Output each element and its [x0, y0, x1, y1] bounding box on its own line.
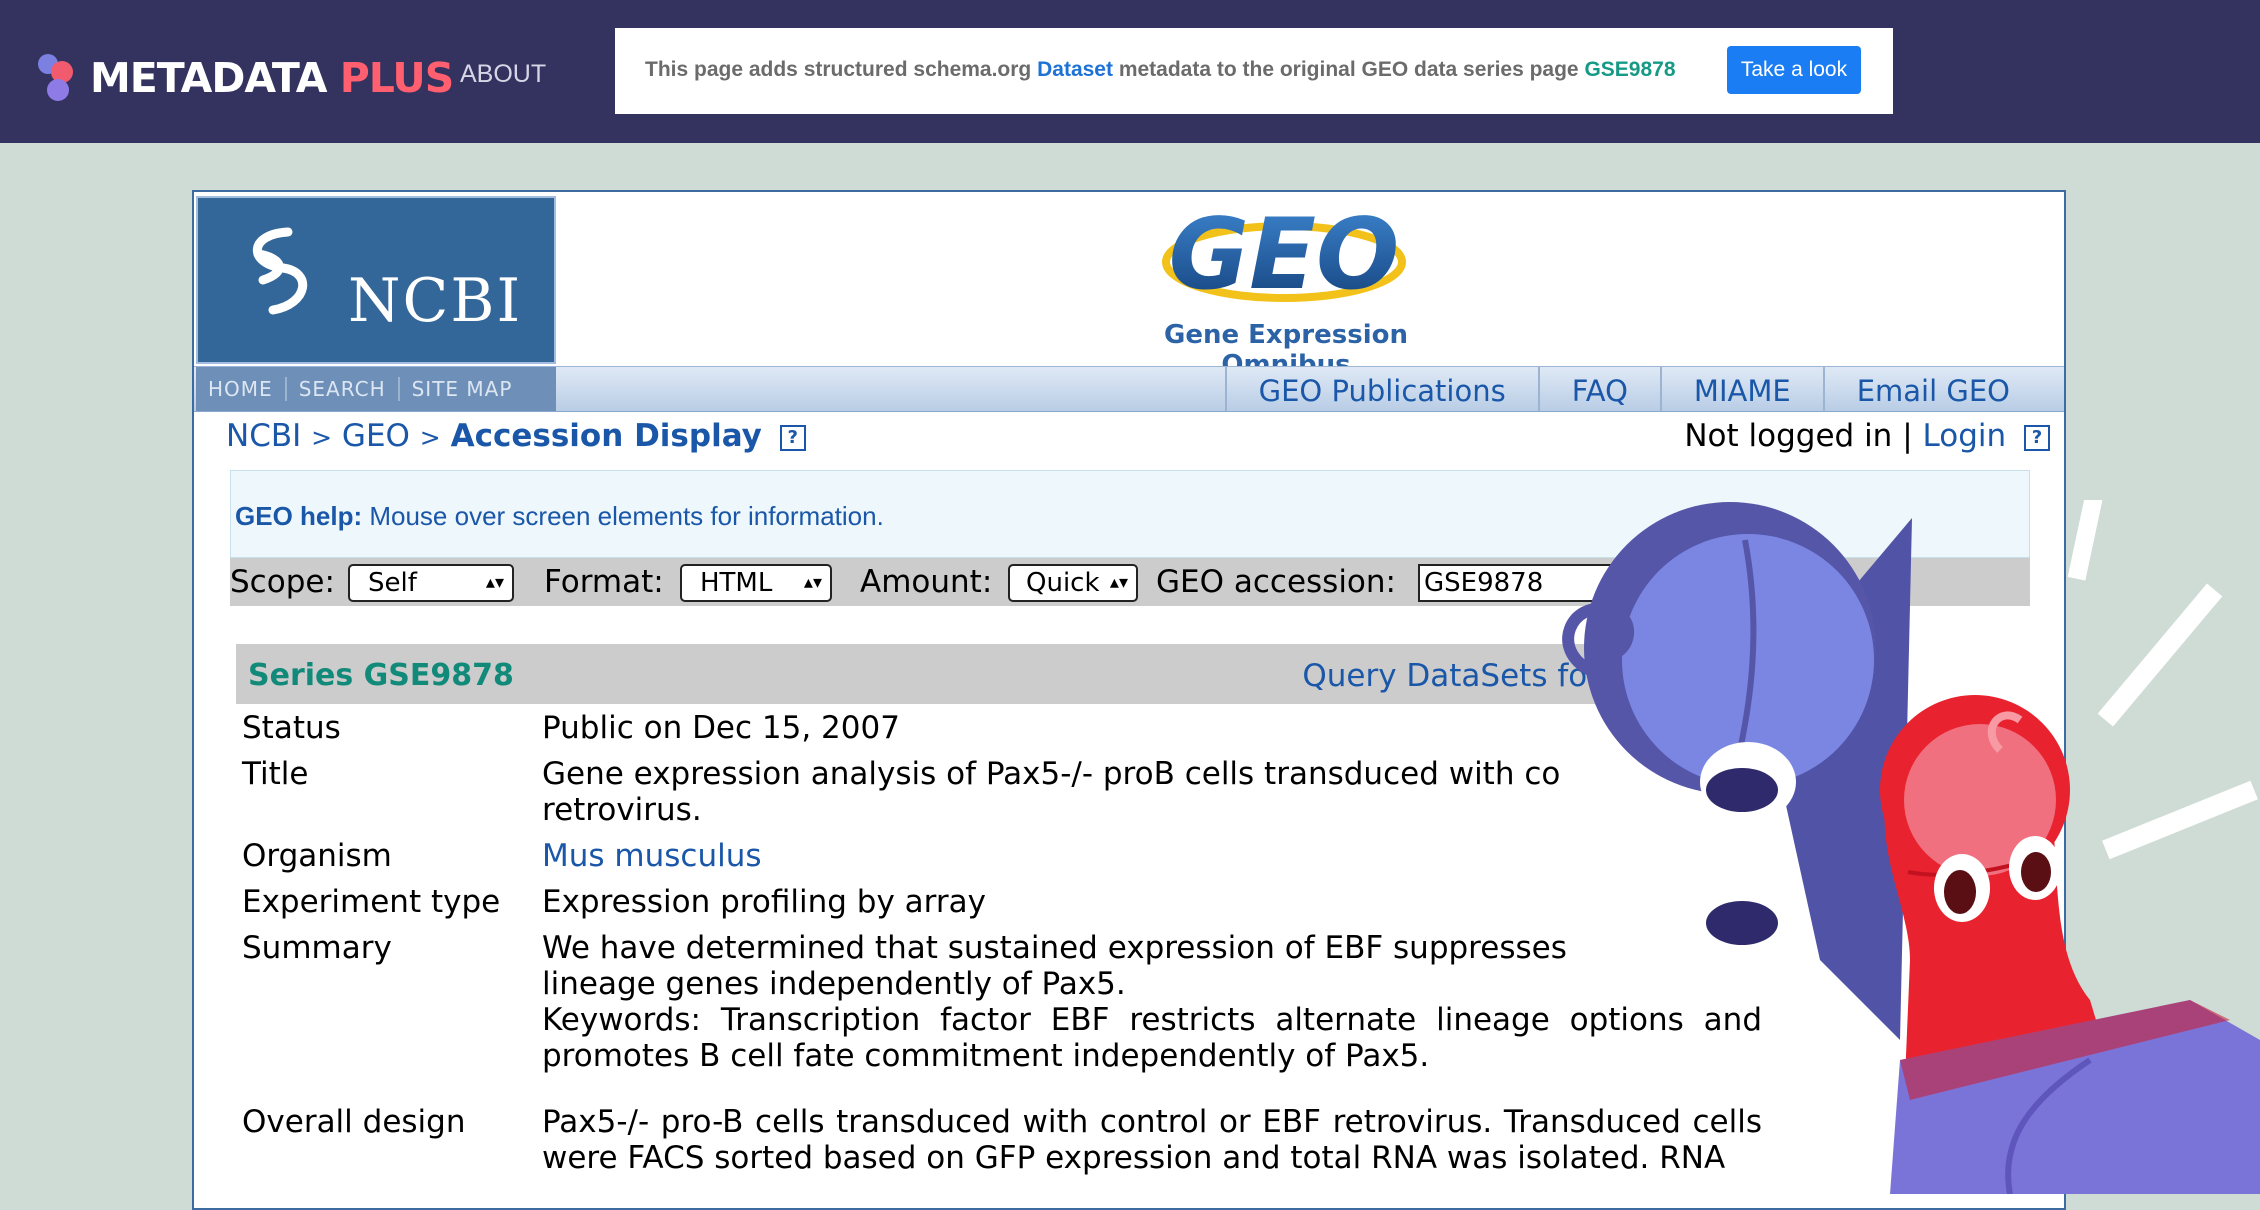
mascots-illustration [1562, 500, 2260, 1194]
notice-prefix: This page adds structured schema.org [645, 58, 1038, 81]
notice-dataset-link[interactable]: Dataset [1037, 58, 1113, 81]
breadcrumb: NCBI > GEO > Accession Display ? [226, 418, 806, 454]
scope-select[interactable]: Self ▴▾ [348, 564, 514, 602]
take-a-look-button[interactable]: Take a look [1727, 46, 1861, 94]
breadcrumb-current: Accession Display [450, 418, 762, 454]
select-arrows-icon: ▴▾ [1109, 572, 1128, 593]
ncbi-label: NCBI [348, 266, 523, 336]
nav-home[interactable]: HOME [196, 377, 287, 401]
mascot-red-icon [1880, 695, 2260, 1194]
nav-miame[interactable]: MIAME [1659, 367, 1823, 411]
status-key: Status [242, 710, 341, 746]
geo-accession-label: GEO accession: [1156, 564, 1396, 600]
select-arrows-icon: ▴▾ [485, 572, 504, 593]
about-link[interactable]: ABOUT [460, 60, 546, 89]
scope-label: Scope: [230, 564, 335, 600]
select-arrows-icon: ▴▾ [803, 572, 822, 593]
login-divider: | [1902, 418, 1913, 454]
mascot-blue-icon [1562, 502, 1912, 1040]
geo-help-text: GEO help: Mouse over screen elements for… [235, 501, 884, 532]
accent-strokes [2067, 500, 2258, 860]
geo-logo-icon[interactable]: GEO [1134, 208, 1434, 308]
format-select-value: HTML [700, 568, 773, 598]
experiment-type-key: Experiment type [242, 884, 501, 920]
ncbi-helix-icon [252, 227, 308, 315]
amount-select[interactable]: Quick ▴▾ [1008, 564, 1138, 602]
amount-select-value: Quick [1026, 568, 1100, 598]
login-link[interactable]: Login [1923, 418, 2007, 454]
organism-key: Organism [242, 838, 392, 874]
nav-geo-publications[interactable]: GEO Publications [1224, 367, 1538, 411]
metadata-plus-logo-icon [38, 54, 73, 101]
title-key: Title [242, 756, 309, 792]
scope-select-value: Self [368, 568, 417, 598]
notice-middle: metadata to the original GEO data series… [1112, 58, 1585, 81]
ncbi-nav: HOME SEARCH SITE MAP [196, 367, 556, 411]
notice-banner: This page adds structured schema.org Dat… [615, 28, 1893, 114]
brand-name: METADATA PLUS [90, 52, 455, 104]
brand-word-metadata: METADATA [90, 54, 327, 102]
login-status: Not logged in | Login ? [1684, 418, 2050, 454]
series-title: Series GSE9878 [248, 658, 514, 693]
amount-label: Amount: [860, 564, 993, 600]
geo-nav: GEO Publications FAQ MIAME Email GEO [1224, 367, 2042, 411]
format-label: Format: [544, 564, 664, 600]
format-select[interactable]: HTML ▴▾ [680, 564, 832, 602]
geo-help-message: Mouse over screen elements for informati… [362, 501, 884, 531]
notice-accession-link[interactable]: GSE9878 [1584, 58, 1675, 81]
help-icon[interactable]: ? [779, 424, 806, 451]
summary-key: Summary [242, 930, 392, 966]
breadcrumb-geo[interactable]: GEO [342, 418, 410, 454]
help-icon[interactable]: ? [2024, 424, 2050, 451]
top-navigation: HOME SEARCH SITE MAP GEO Publications FA… [194, 366, 2064, 412]
nav-email-geo[interactable]: Email GEO [1822, 367, 2042, 411]
overall-design-key: Overall design [242, 1104, 466, 1140]
geo-help-label: GEO help: [235, 501, 363, 531]
nav-search[interactable]: SEARCH [287, 377, 400, 401]
metadata-plus-header: METADATA PLUS ABOUT This page adds struc… [0, 0, 2260, 143]
breadcrumb-separator: > [311, 423, 333, 452]
nav-faq[interactable]: FAQ [1537, 367, 1660, 411]
ncbi-logo-link[interactable]: NCBI [196, 196, 556, 364]
breadcrumb-ncbi[interactable]: NCBI [226, 418, 301, 454]
login-status-text: Not logged in [1684, 418, 1893, 454]
notice-text: This page adds structured schema.org Dat… [645, 58, 1676, 82]
nav-site-map[interactable]: SITE MAP [400, 377, 525, 401]
geo-logo-text: GEO [1169, 208, 1400, 308]
brand-word-plus: PLUS [339, 54, 455, 102]
breadcrumb-separator: > [419, 423, 441, 452]
